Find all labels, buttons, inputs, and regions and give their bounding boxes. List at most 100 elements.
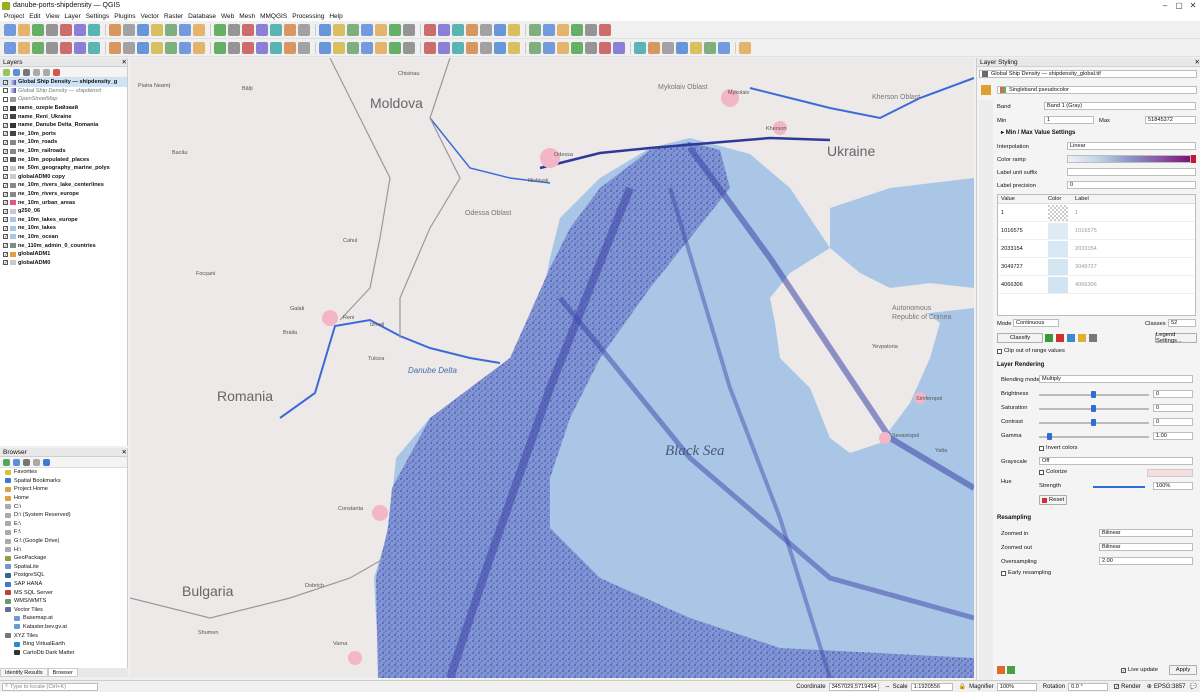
- browser-item[interactable]: CartoDb Dark Matter: [0, 648, 127, 657]
- color-table-row[interactable]: 1016575 1016575: [998, 222, 1195, 240]
- apply-button[interactable]: Apply: [1169, 665, 1197, 675]
- offset-curve-icon[interactable]: [361, 41, 373, 54]
- layer-item[interactable]: ✓ g250_06: [0, 207, 127, 216]
- zoom-next-icon[interactable]: [242, 23, 254, 36]
- brightness-handle[interactable]: [1091, 391, 1096, 398]
- plugin-r-icon[interactable]: [676, 41, 688, 54]
- layer-item[interactable]: ✓ ne_10m_lakes_europe: [0, 216, 127, 225]
- add-class-icon[interactable]: [1045, 334, 1053, 342]
- reshape-icon[interactable]: [214, 41, 226, 54]
- browser-item[interactable]: WMS/WMTS: [0, 597, 127, 606]
- pan-to-selection-icon[interactable]: [123, 23, 135, 36]
- class-label[interactable]: 3049727: [1075, 264, 1097, 270]
- expand-icon[interactable]: [33, 68, 40, 76]
- classify-button[interactable]: Classify: [997, 333, 1043, 343]
- grayscale-select[interactable]: Off: [1039, 457, 1193, 465]
- maximize-button[interactable]: ▢: [1172, 1, 1186, 10]
- snapping-icon[interactable]: [165, 41, 177, 54]
- contrast-handle[interactable]: [1091, 419, 1096, 426]
- live-update-row[interactable]: ✓ Live update: [1121, 667, 1158, 673]
- invert-checkbox[interactable]: [1039, 445, 1044, 451]
- layer-visibility-checkbox[interactable]: [3, 96, 8, 102]
- rotate-icon[interactable]: [242, 41, 254, 54]
- add-icon[interactable]: [3, 458, 10, 466]
- new-map-view-icon[interactable]: [256, 23, 268, 36]
- minimize-button[interactable]: –: [1158, 1, 1172, 10]
- collapse-icon[interactable]: [33, 458, 40, 466]
- layer-item[interactable]: ✓ ne_10m_railroads: [0, 147, 127, 156]
- add-group-icon[interactable]: [13, 68, 20, 76]
- cut-icon[interactable]: [88, 41, 100, 54]
- map-tips-icon[interactable]: [466, 23, 478, 36]
- classes-input[interactable]: 52: [1168, 319, 1196, 327]
- fill-ring-icon[interactable]: [284, 41, 296, 54]
- identify-icon[interactable]: [319, 23, 331, 36]
- plugin-h-icon[interactable]: [529, 41, 541, 54]
- plugin-f-icon[interactable]: [494, 41, 506, 54]
- select-icon[interactable]: [347, 23, 359, 36]
- delete-ring-icon[interactable]: [298, 41, 310, 54]
- layer-item[interactable]: ✓ ne_10m_roads: [0, 138, 127, 147]
- layer-select[interactable]: Global Ship Density — shipdensity_global…: [979, 70, 1197, 78]
- label-precision-input[interactable]: 0: [1067, 181, 1196, 189]
- clip-checkbox[interactable]: [997, 348, 1002, 354]
- menu-plugins[interactable]: Plugins: [114, 13, 135, 20]
- scale-input[interactable]: 1:1920556: [910, 682, 953, 691]
- layer-visibility-checkbox[interactable]: ✓: [3, 243, 8, 249]
- browser-item[interactable]: Basemap.at: [0, 614, 127, 623]
- browser-item[interactable]: H:\: [0, 545, 127, 554]
- color-ramp-select[interactable]: [1067, 155, 1191, 163]
- browser-item[interactable]: Bing VirtualEarth: [0, 640, 127, 649]
- layer-item[interactable]: ✓ ne_110m_admin_0_countries: [0, 241, 127, 250]
- layer-item[interactable]: ✓ name_Reni_Ukraine: [0, 112, 127, 121]
- show-hide-icon[interactable]: [557, 23, 569, 36]
- plugin-m-icon[interactable]: [599, 41, 611, 54]
- zoom-full-icon[interactable]: [165, 23, 177, 36]
- plugin-i-icon[interactable]: [543, 41, 555, 54]
- rotation-input[interactable]: 0.0 °: [1068, 682, 1109, 691]
- filter-icon[interactable]: [23, 458, 30, 466]
- color-table-row[interactable]: 11: [998, 204, 1195, 222]
- gamma-slider[interactable]: [1039, 436, 1149, 438]
- plugin-n-icon[interactable]: [613, 41, 625, 54]
- min-input[interactable]: 1: [1044, 116, 1094, 124]
- saturation-input[interactable]: 0: [1153, 404, 1193, 412]
- pin-icon[interactable]: [543, 23, 555, 36]
- plugin-p-icon[interactable]: [648, 41, 660, 54]
- plugin-u-icon[interactable]: [718, 41, 730, 54]
- column-value[interactable]: Value: [998, 196, 1048, 202]
- vertex-tool-icon[interactable]: [60, 41, 72, 54]
- color-table-row[interactable]: 3049727 3049727: [998, 258, 1195, 276]
- refresh-icon[interactable]: [298, 23, 310, 36]
- layer-visibility-checkbox[interactable]: ✓: [3, 260, 8, 266]
- layer-item[interactable]: ✓ ne_10m_populated_places: [0, 155, 127, 164]
- plugin-d-icon[interactable]: [466, 41, 478, 54]
- load-icon[interactable]: [1078, 334, 1086, 342]
- browser-item[interactable]: Favorites: [0, 468, 127, 477]
- crs-label[interactable]: EPSG:3857: [1154, 684, 1186, 690]
- undo-icon[interactable]: [137, 41, 149, 54]
- layer-item[interactable]: ✓ name_Danube Delta_Romania: [0, 121, 127, 130]
- layer-visibility-checkbox[interactable]: ✓: [3, 234, 8, 240]
- label-suffix-input[interactable]: [1067, 168, 1196, 176]
- minmax-section[interactable]: ▸ Min / Max Value Settings: [1001, 129, 1075, 136]
- swap-icon[interactable]: [1067, 334, 1075, 342]
- show-bookmarks-icon[interactable]: [494, 23, 506, 36]
- label-icon[interactable]: [529, 23, 541, 36]
- move-label-icon[interactable]: [571, 23, 583, 36]
- layer-visibility-checkbox[interactable]: ✓: [3, 139, 8, 145]
- menu-layer[interactable]: Layer: [64, 13, 80, 20]
- layer-visibility-checkbox[interactable]: ✓: [3, 148, 8, 154]
- layer-item[interactable]: ✓ ne_50m_geography_marine_polys: [0, 164, 127, 173]
- class-color-swatch[interactable]: [1048, 240, 1068, 257]
- plugin-o-icon[interactable]: [634, 41, 646, 54]
- brightness-input[interactable]: 0: [1153, 390, 1193, 398]
- browser-item[interactable]: XYZ Tiles: [0, 631, 127, 640]
- merge-icon[interactable]: [193, 41, 205, 54]
- plugin-q-icon[interactable]: [662, 41, 674, 54]
- colorize-checkbox[interactable]: [1039, 469, 1044, 475]
- plugin-l-icon[interactable]: [585, 41, 597, 54]
- crs-icon[interactable]: ⊕: [1147, 683, 1152, 690]
- menu-view[interactable]: View: [45, 13, 59, 20]
- zoomed-out-select[interactable]: Bilinear: [1099, 543, 1193, 551]
